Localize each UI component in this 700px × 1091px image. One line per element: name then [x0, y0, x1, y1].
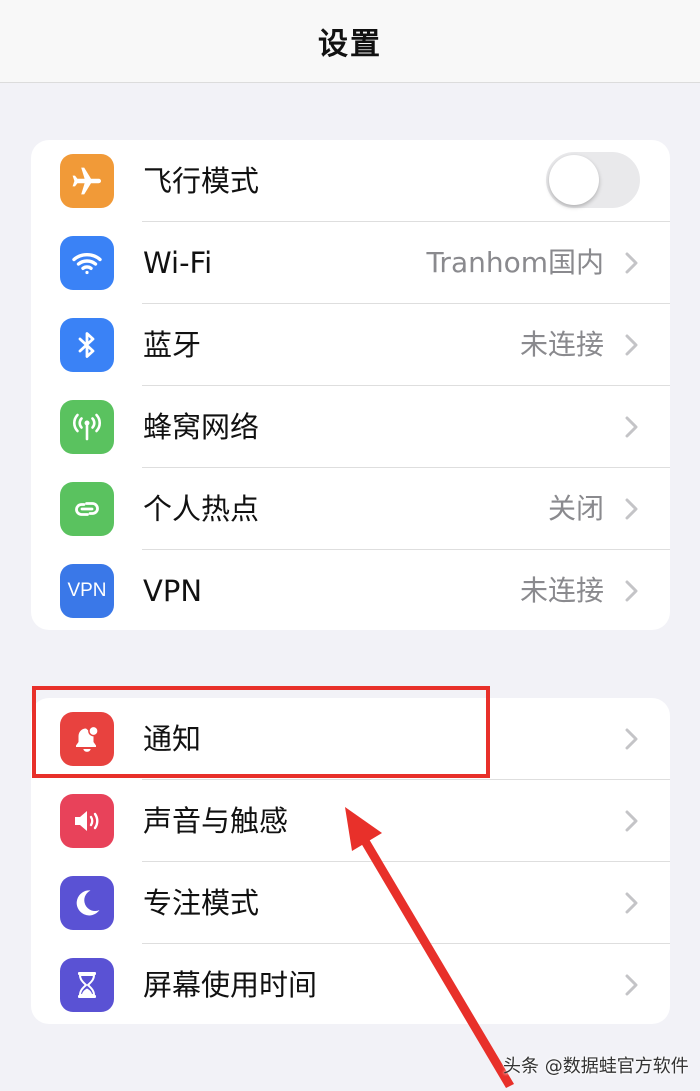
- settings-row-airplane-mode[interactable]: 飞行模式: [31, 140, 670, 222]
- row-label: 声音与触感: [143, 804, 289, 838]
- row-label: 蓝牙: [143, 328, 202, 362]
- chevron-right-icon: [625, 810, 638, 832]
- chevron-right-icon: [625, 892, 638, 914]
- wifi-icon: [60, 236, 114, 290]
- chevron-right-icon: [625, 416, 638, 438]
- bluetooth-status-value: 未连接: [519, 328, 604, 361]
- vpn-icon-text: VPN: [67, 580, 107, 601]
- bluetooth-icon: [60, 318, 114, 372]
- row-label: 屏幕使用时间: [143, 968, 318, 1002]
- airplane-icon: [60, 154, 114, 208]
- hotspot-status-value: 关闭: [547, 492, 604, 525]
- bell-icon: [60, 712, 114, 766]
- airplane-mode-toggle[interactable]: [546, 152, 640, 208]
- row-label: Wi-Fi: [143, 246, 213, 280]
- page-title: 设置: [318, 27, 382, 62]
- row-label: 蜂窝网络: [143, 410, 260, 444]
- watermark: 头条 @数据蛙官方软件: [503, 1056, 689, 1077]
- settings-row-bluetooth[interactable]: 蓝牙 未连接: [31, 304, 670, 386]
- chevron-right-icon: [625, 252, 638, 274]
- vpn-status-value: 未连接: [519, 574, 604, 607]
- moon-icon: [60, 876, 114, 930]
- nav-bar: 设置: [0, 0, 700, 83]
- chevron-right-icon: [625, 728, 638, 750]
- wifi-network-value: Tranhom国内: [426, 246, 604, 279]
- settings-group-notifications: 通知 声音与触感 专注模式 屏幕使用时间: [31, 698, 670, 1024]
- chevron-right-icon: [625, 334, 638, 356]
- chevron-right-icon: [625, 498, 638, 520]
- row-label: 专注模式: [143, 886, 260, 920]
- cellular-icon: [60, 400, 114, 454]
- settings-group-connectivity: 飞行模式 Wi-Fi Tranhom国内 蓝牙 未连接 蜂窝网络 个人热点 关闭…: [31, 140, 670, 630]
- settings-row-vpn[interactable]: VPN VPN 未连接: [31, 550, 670, 630]
- settings-row-cellular[interactable]: 蜂窝网络: [31, 386, 670, 468]
- hotspot-icon: [60, 482, 114, 536]
- settings-row-personal-hotspot[interactable]: 个人热点 关闭: [31, 468, 670, 550]
- chevron-right-icon: [625, 580, 638, 602]
- settings-row-wifi[interactable]: Wi-Fi Tranhom国内: [31, 222, 670, 304]
- settings-row-sounds-haptics[interactable]: 声音与触感: [31, 780, 670, 862]
- settings-row-screen-time[interactable]: 屏幕使用时间: [31, 944, 670, 1024]
- row-label: 飞行模式: [143, 164, 260, 198]
- row-label: 通知: [143, 722, 202, 756]
- settings-row-notifications[interactable]: 通知: [31, 698, 670, 780]
- speaker-icon: [60, 794, 114, 848]
- toggle-knob: [549, 155, 599, 205]
- row-label: 个人热点: [143, 492, 260, 526]
- hourglass-icon: [60, 958, 114, 1012]
- row-label: VPN: [143, 574, 203, 608]
- chevron-right-icon: [625, 974, 638, 996]
- vpn-icon: VPN: [60, 564, 114, 618]
- settings-row-focus[interactable]: 专注模式: [31, 862, 670, 944]
